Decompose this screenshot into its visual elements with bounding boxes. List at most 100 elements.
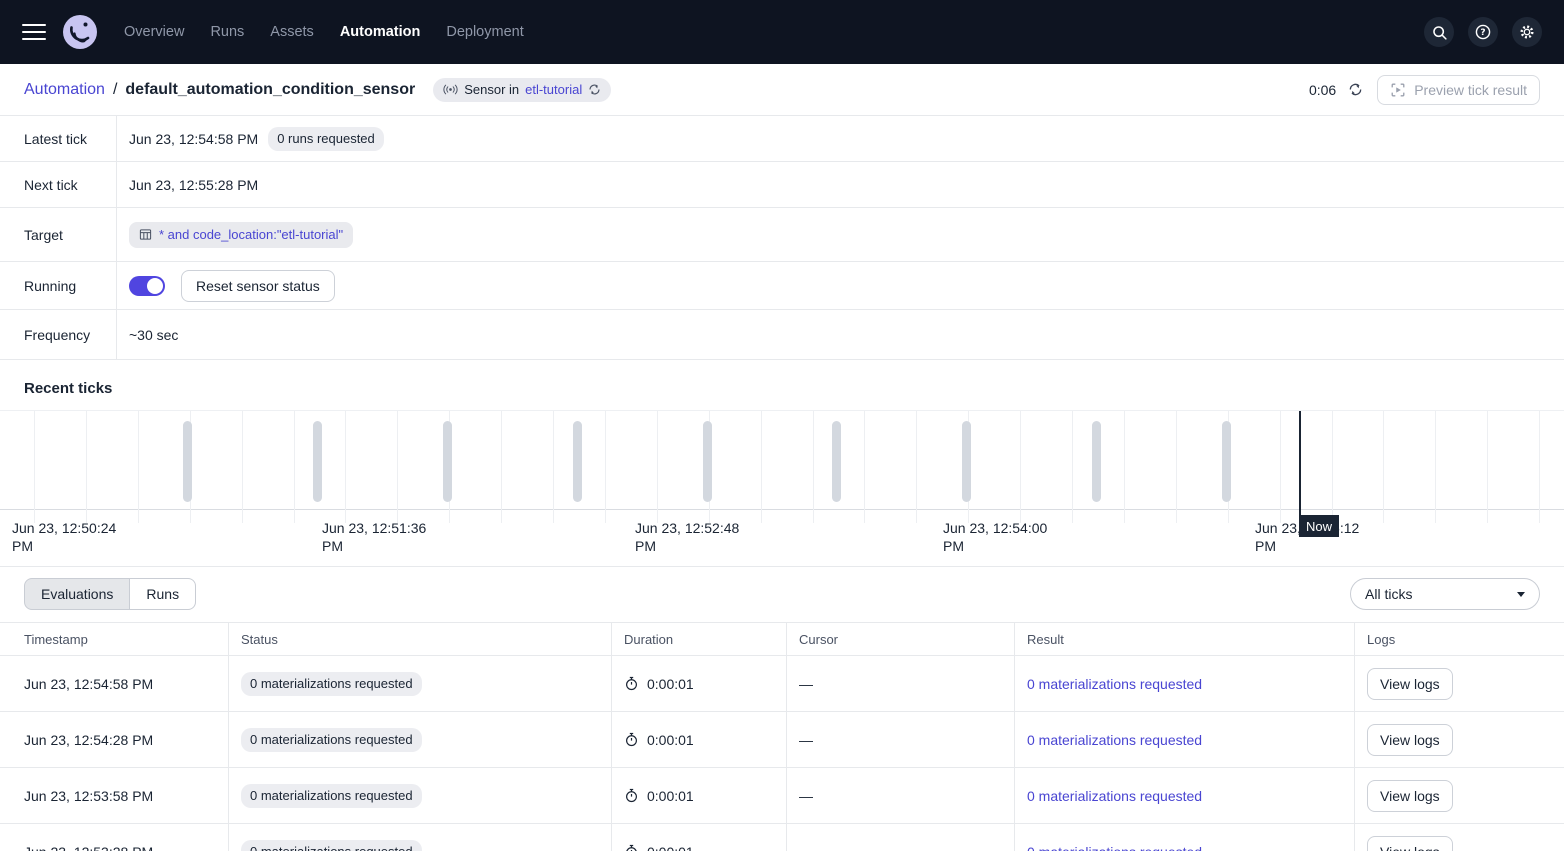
menu-icon[interactable] bbox=[22, 24, 46, 41]
help-icon[interactable]: ? bbox=[1468, 17, 1498, 47]
tick-bar[interactable] bbox=[443, 421, 452, 502]
result-link[interactable]: 0 materializations requested bbox=[1027, 676, 1202, 692]
timeline-gridline bbox=[1332, 411, 1333, 523]
cell-cursor: — bbox=[787, 712, 1015, 768]
timeline-gridline bbox=[1435, 411, 1436, 523]
cell-logs: View logs bbox=[1355, 824, 1564, 851]
status-badge: 0 materializations requested bbox=[241, 672, 422, 696]
nav-item-runs[interactable]: Runs bbox=[210, 24, 244, 40]
result-link[interactable]: 0 materializations requested bbox=[1027, 844, 1202, 851]
timeline-axis-label: Jun 23, 12:51:36 PM bbox=[322, 519, 442, 555]
tick-filter-select[interactable]: All ticks bbox=[1350, 578, 1540, 610]
asset-table-icon bbox=[139, 228, 152, 241]
tick-bar[interactable] bbox=[183, 421, 192, 502]
tick-bar[interactable] bbox=[313, 421, 322, 502]
cell-duration: 0:00:01 bbox=[612, 768, 787, 824]
tab-evaluations[interactable]: Evaluations bbox=[24, 578, 130, 610]
result-link[interactable]: 0 materializations requested bbox=[1027, 732, 1202, 748]
frequency-row: Frequency ~30 sec bbox=[0, 310, 1564, 360]
running-toggle[interactable] bbox=[129, 276, 165, 296]
svg-text:?: ? bbox=[1480, 28, 1485, 38]
timeline-gridline bbox=[1280, 411, 1281, 523]
settings-gear-icon[interactable] bbox=[1512, 17, 1542, 47]
nav-items: Overview Runs Assets Automation Deployment bbox=[124, 24, 524, 40]
sensor-broadcast-icon bbox=[443, 84, 458, 95]
reset-sensor-status-button[interactable]: Reset sensor status bbox=[181, 270, 335, 302]
timeline-gridline bbox=[1124, 411, 1125, 523]
column-header-cursor: Cursor bbox=[787, 623, 1015, 656]
timeline-gridline bbox=[138, 411, 139, 523]
cell-result: 0 materializations requested bbox=[1015, 768, 1355, 824]
nav-item-overview[interactable]: Overview bbox=[124, 24, 184, 40]
stopwatch-icon bbox=[624, 676, 639, 691]
nav-item-assets[interactable]: Assets bbox=[270, 24, 314, 40]
tick-bar[interactable] bbox=[962, 421, 971, 502]
nav-item-deployment[interactable]: Deployment bbox=[446, 24, 523, 40]
now-badge: Now bbox=[1299, 515, 1339, 537]
cell-result: 0 materializations requested bbox=[1015, 656, 1355, 712]
result-link[interactable]: 0 materializations requested bbox=[1027, 788, 1202, 804]
cell-cursor: — bbox=[787, 824, 1015, 851]
timeline-axis-label: Jun 23, 12:54:00 PM bbox=[943, 519, 1063, 555]
frequency-value: ~30 sec bbox=[129, 327, 178, 343]
search-icon[interactable] bbox=[1424, 17, 1454, 47]
code-location-link[interactable]: etl-tutorial bbox=[525, 82, 582, 97]
timeline-gridline bbox=[501, 411, 502, 523]
tab-runs[interactable]: Runs bbox=[130, 578, 196, 610]
frequency-label: Frequency bbox=[0, 310, 117, 359]
timeline-axis-label: Jun 23, 12:52:48 PM bbox=[635, 519, 755, 555]
cell-duration: 0:00:01 bbox=[612, 656, 787, 712]
view-logs-button[interactable]: View logs bbox=[1367, 724, 1453, 756]
cell-status: 0 materializations requested bbox=[229, 768, 612, 824]
cell-result: 0 materializations requested bbox=[1015, 712, 1355, 768]
breadcrumb-separator: / bbox=[113, 81, 117, 99]
view-logs-button[interactable]: View logs bbox=[1367, 836, 1453, 851]
latest-tick-label: Latest tick bbox=[0, 116, 117, 161]
dagster-logo-icon[interactable] bbox=[62, 14, 98, 50]
top-nav: Overview Runs Assets Automation Deployment ? bbox=[0, 0, 1564, 64]
cell-logs: View logs bbox=[1355, 768, 1564, 824]
tick-bar[interactable] bbox=[832, 421, 841, 502]
runs-requested-badge: 0 runs requested bbox=[268, 127, 384, 151]
tick-timestamp: Jun 23, 12:54:28 PM bbox=[24, 732, 153, 748]
status-badge: 0 materializations requested bbox=[241, 728, 422, 752]
breadcrumb-automation-link[interactable]: Automation bbox=[24, 81, 105, 99]
refresh-icon[interactable] bbox=[1348, 82, 1363, 97]
tick-bar[interactable] bbox=[703, 421, 712, 502]
cell-logs: View logs bbox=[1355, 656, 1564, 712]
timeline-gridline bbox=[605, 411, 606, 523]
cursor-value: — bbox=[799, 732, 813, 748]
tick-bar[interactable] bbox=[1092, 421, 1101, 502]
column-header-status: Status bbox=[229, 623, 612, 656]
cell-timestamp: Jun 23, 12:53:58 PM bbox=[0, 768, 229, 824]
timeline-gridline bbox=[916, 411, 917, 523]
cell-logs: View logs bbox=[1355, 712, 1564, 768]
preview-tick-result-button[interactable]: Preview tick result bbox=[1377, 75, 1540, 105]
sensor-details: Latest tick Jun 23, 12:54:58 PM 0 runs r… bbox=[0, 116, 1564, 360]
timeline-gridline bbox=[813, 411, 814, 523]
timeline-gridline bbox=[1176, 411, 1177, 523]
cursor-value: — bbox=[799, 844, 813, 851]
status-badge: 0 materializations requested bbox=[241, 840, 422, 851]
target-label: Target bbox=[0, 208, 117, 261]
preview-tick-result-label: Preview tick result bbox=[1414, 82, 1527, 98]
nav-actions: ? bbox=[1424, 17, 1542, 47]
next-tick-value: Jun 23, 12:55:28 PM bbox=[129, 177, 258, 193]
stopwatch-icon bbox=[624, 844, 639, 851]
cell-timestamp: Jun 23, 12:54:58 PM bbox=[0, 656, 229, 712]
column-header-timestamp: Timestamp bbox=[0, 623, 229, 656]
reload-location-icon[interactable] bbox=[588, 83, 601, 96]
next-tick-row: Next tick Jun 23, 12:55:28 PM bbox=[0, 162, 1564, 208]
tick-bar[interactable] bbox=[1222, 421, 1231, 502]
cell-status: 0 materializations requested bbox=[229, 656, 612, 712]
cell-result: 0 materializations requested bbox=[1015, 824, 1355, 851]
ticks-table: TimestampStatusDurationCursorResultLogsJ… bbox=[0, 622, 1564, 851]
timeline-gridline bbox=[1539, 411, 1540, 523]
view-logs-button[interactable]: View logs bbox=[1367, 780, 1453, 812]
latest-tick-value: Jun 23, 12:54:58 PM bbox=[129, 131, 258, 147]
view-logs-button[interactable]: View logs bbox=[1367, 668, 1453, 700]
nav-item-automation[interactable]: Automation bbox=[340, 24, 421, 40]
target-selection-chip[interactable]: * and code_location:"etl-tutorial" bbox=[129, 222, 353, 248]
tick-bar[interactable] bbox=[573, 421, 582, 502]
recent-ticks-title: Recent ticks bbox=[0, 360, 1564, 410]
